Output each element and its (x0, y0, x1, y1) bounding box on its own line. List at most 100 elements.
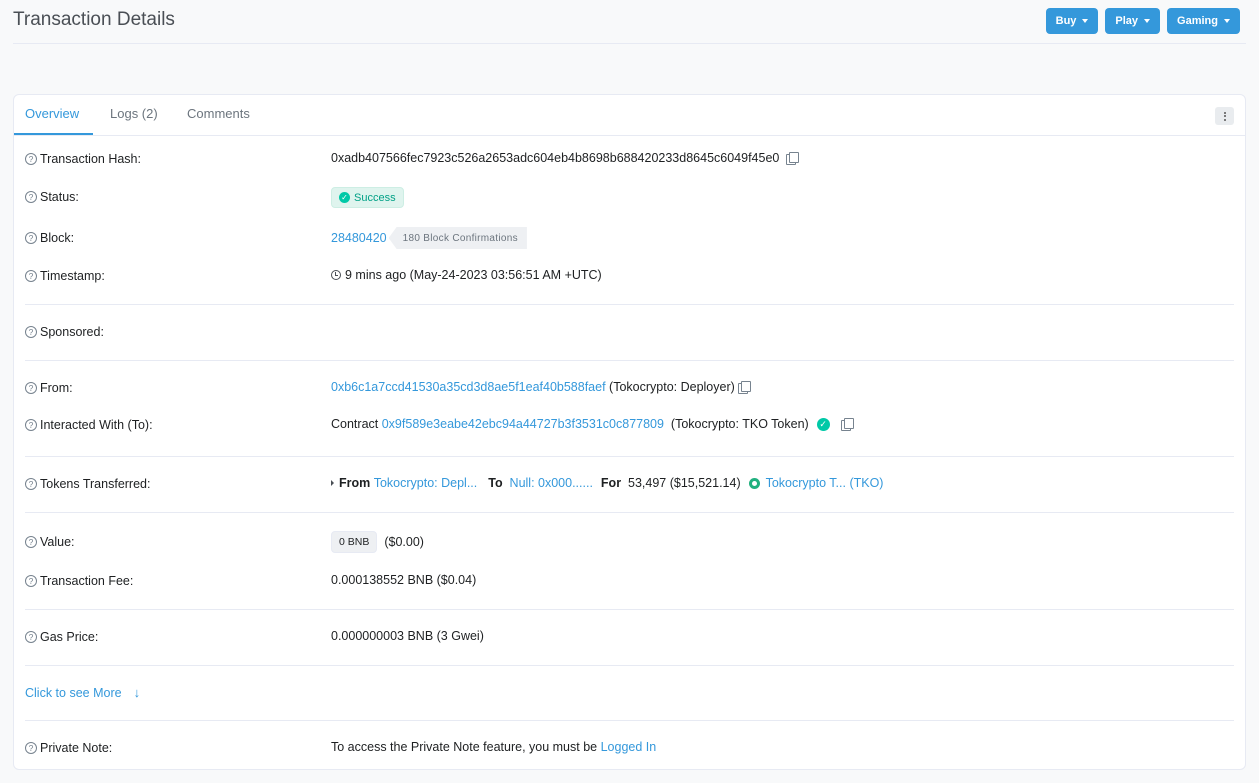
tab-logs[interactable]: Logs (2) (110, 106, 158, 121)
from-value: 0xb6c1a7ccd41530a35cd3d8ae5f1eaf40b588fa… (331, 380, 751, 394)
caret-right-icon[interactable] (331, 480, 334, 486)
block-label-text: Block: (40, 231, 75, 245)
page-header: Transaction Details Buy Play Gaming (13, 0, 1246, 44)
chevron-down-icon (1144, 19, 1151, 23)
fee-text: 0.000138552 BNB ($0.04) (331, 573, 477, 587)
tokens-amount: 53,497 ($15,521.14) (628, 476, 741, 490)
token-link[interactable]: Tokocrypto T... (TKO) (766, 476, 884, 490)
check-circle-icon: ✓ (339, 192, 350, 203)
tx-hash-text: 0xadb407566fec7923c526a2653adc604eb4b869… (331, 151, 780, 165)
gas-label-text: Gas Price: (40, 630, 99, 644)
to-value: Contract 0x9f589e3eabe42ebc94a44727b3f35… (331, 417, 854, 431)
divider (25, 456, 1234, 457)
to-address-link[interactable]: 0x9f589e3eabe42ebc94a44727b3f3531c0c8778… (382, 417, 664, 431)
fee-label: ? Transaction Fee: (25, 574, 133, 588)
tokens-label-text: Tokens Transferred: (40, 477, 151, 491)
private-note-label-text: Private Note: (40, 741, 113, 755)
tab-overview[interactable]: Overview (25, 106, 79, 121)
help-icon: ? (25, 742, 37, 754)
divider (25, 665, 1234, 666)
from-name: (Tokocrypto: Deployer) (609, 380, 735, 394)
chevron-down-icon (1082, 19, 1089, 23)
value-value: 0 BNB ($0.00) (331, 531, 424, 553)
divider (25, 609, 1234, 610)
bnb-value-badge: 0 BNB (331, 531, 378, 553)
help-icon: ? (25, 575, 37, 587)
tokens-to-label: To (488, 476, 503, 490)
timestamp-label-text: Timestamp: (40, 269, 105, 283)
block-label: ? Block: (25, 231, 74, 245)
tab-comments[interactable]: Comments (187, 106, 250, 121)
active-tab-indicator (14, 133, 93, 135)
help-icon: ? (25, 478, 37, 490)
timestamp-value: 9 mins ago (May-24-2023 03:56:51 AM +UTC… (331, 268, 602, 282)
timestamp-text: 9 mins ago (May-24-2023 03:56:51 AM +UTC… (345, 268, 602, 282)
help-icon: ? (25, 232, 37, 244)
gas-label: ? Gas Price: (25, 630, 98, 644)
arrow-down-icon: ↓ (133, 685, 141, 700)
transaction-card: Overview Logs (2) Comments ? Transaction … (13, 94, 1246, 770)
tokens-value: From Tokocrypto: Depl... To Null: 0x000.… (331, 476, 883, 490)
block-value: 28480420 180 Block Confirmations (331, 227, 527, 249)
status-label-text: Status: (40, 190, 79, 204)
copy-icon[interactable] (840, 417, 854, 431)
tokens-label: ? Tokens Transferred: (25, 477, 150, 491)
fee-label-text: Transaction Fee: (40, 574, 134, 588)
verified-check-icon: ✓ (816, 417, 830, 431)
divider (25, 512, 1234, 513)
play-button[interactable]: Play (1105, 8, 1161, 34)
divider (25, 360, 1234, 361)
from-label-text: From: (40, 381, 73, 395)
value-label-text: Value: (40, 535, 75, 549)
divider (25, 304, 1234, 305)
fee-value: 0.000138552 BNB ($0.04) (331, 573, 476, 587)
buy-button[interactable]: Buy (1045, 8, 1099, 34)
tx-hash-value: 0xadb407566fec7923c526a2653adc604eb4b869… (331, 151, 800, 165)
contract-prefix: Contract (331, 417, 379, 431)
see-more-text[interactable]: Click to see More (25, 686, 122, 700)
tokens-from-link[interactable]: Tokocrypto: Depl... (374, 476, 478, 490)
clock-icon (331, 270, 341, 280)
to-label-text: Interacted With (To): (40, 418, 153, 432)
status-value: ✓ Success (331, 187, 404, 208)
help-icon: ? (25, 326, 37, 338)
value-usd: ($0.00) (384, 535, 424, 549)
tx-hash-label: ? Transaction Hash: (25, 152, 141, 166)
help-icon: ? (25, 191, 37, 203)
help-icon: ? (25, 419, 37, 431)
help-icon: ? (25, 536, 37, 548)
token-logo-icon (748, 477, 760, 489)
tx-hash-label-text: Transaction Hash: (40, 152, 141, 166)
block-number-link[interactable]: 28480420 (331, 231, 387, 245)
tokens-for-label: For (600, 476, 622, 490)
see-more-link[interactable]: Click to see More ↓ (25, 685, 140, 700)
login-link[interactable]: Logged In (601, 740, 657, 754)
chevron-down-icon (1224, 19, 1230, 23)
gaming-button[interactable]: Gaming (1167, 8, 1240, 34)
private-note-text: To access the Private Note feature, you … (331, 740, 601, 754)
gas-text: 0.000000003 BNB (3 Gwei) (331, 629, 484, 643)
help-icon: ? (25, 270, 37, 282)
timestamp-label: ? Timestamp: (25, 269, 105, 283)
play-button-label: Play (1115, 15, 1139, 27)
value-label: ? Value: (25, 535, 75, 549)
status-label: ? Status: (25, 190, 79, 204)
help-icon: ? (25, 382, 37, 394)
sponsored-label: ? Sponsored: (25, 325, 104, 339)
block-confirmations-badge: 180 Block Confirmations (388, 227, 527, 249)
to-label: ? Interacted With (To): (25, 418, 153, 432)
status-text: Success (354, 191, 396, 204)
help-icon: ? (25, 153, 37, 165)
from-address-link[interactable]: 0xb6c1a7ccd41530a35cd3d8ae5f1eaf40b588fa… (331, 380, 606, 394)
more-options-button[interactable] (1215, 107, 1234, 125)
gaming-button-label: Gaming (1177, 15, 1218, 27)
copy-icon[interactable] (737, 380, 751, 394)
gas-value: 0.000000003 BNB (3 Gwei) (331, 629, 484, 643)
to-name: (Tokocrypto: TKO Token) (670, 417, 809, 431)
buy-button-label: Buy (1055, 15, 1077, 27)
copy-icon[interactable] (786, 151, 800, 165)
page-title: Transaction Details (13, 9, 175, 30)
help-icon: ? (25, 631, 37, 643)
private-note-label: ? Private Note: (25, 741, 112, 755)
tokens-to-link[interactable]: Null: 0x000...... (510, 476, 593, 490)
